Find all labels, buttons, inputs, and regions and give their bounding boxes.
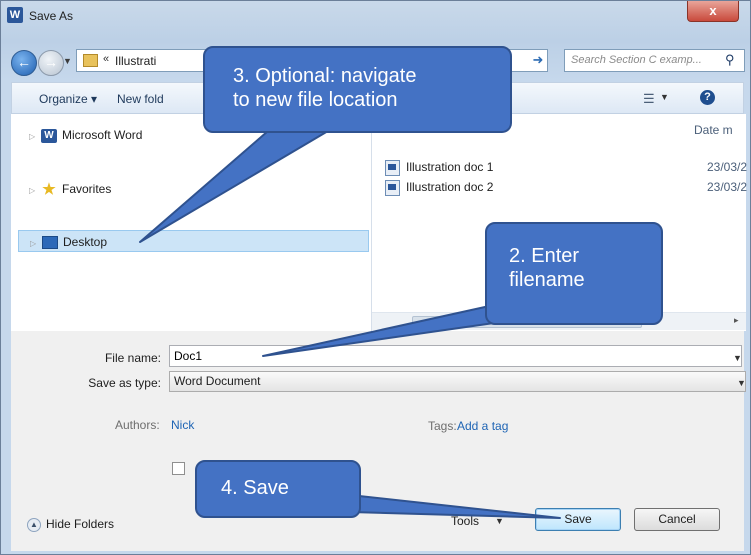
callout-step-2-line-1: 2. Enter [509,245,580,267]
file-name: Illustration doc 2 [406,180,494,194]
tags-value[interactable]: Add a tag [457,419,508,433]
callout-step-2: 2. Enter filename [485,222,663,325]
navigation-pane: ▷ W Microsoft Word ▷ ★ Favorites ▷ Desktop [11,114,371,331]
new-folder-button[interactable]: New fold [117,92,164,106]
file-name: Illustration doc 1 [406,160,494,174]
callout-step-4: 4. Save [195,460,361,518]
file-date: 23/03/2 [707,180,748,194]
filename-field[interactable] [169,345,742,367]
search-placeholder: Search Section C examp... [571,54,702,66]
organize-button[interactable]: Organize ▾ [39,92,97,106]
views-icon[interactable]: ☰ [643,91,655,107]
tags-label: Tags: [428,419,457,433]
word-document-icon [385,159,400,176]
expand-arrow-icon[interactable]: ▷ [29,180,41,202]
search-input[interactable]: Search Section C examp... ⚲ [564,49,745,72]
help-icon[interactable]: ? [700,90,715,105]
column-header-date-modified[interactable]: Date m [694,123,733,137]
arrow-left-icon: ← [17,54,31,70]
chevron-down-icon[interactable]: ▼ [733,353,742,363]
search-icon[interactable]: ⚲ [725,52,735,68]
nav-item-label: Desktop [63,235,108,249]
folder-icon [83,54,98,67]
desktop-icon [42,236,58,250]
chevron-down-icon[interactable]: ▼ [495,516,504,526]
filename-label: File name: [104,351,161,365]
chevron-up-icon: ▲ [27,517,41,532]
nav-item-label: Microsoft Word [62,128,143,142]
nav-item-label: Favorites [62,182,112,196]
callout-step-3-line-2: to new file location [233,89,398,111]
close-button[interactable]: x [687,1,739,22]
scroll-right-icon[interactable]: ▸ [734,315,739,326]
star-icon: ★ [42,180,56,198]
file-row[interactable]: Illustration doc 2 23/03/2 [385,177,747,197]
cancel-button[interactable]: Cancel [634,508,720,531]
save-form: File name: ▼ Save as type: Word Document… [11,331,746,551]
callout-step-3-line-1: 3. Optional: navigate [233,65,417,87]
hide-folders-button[interactable]: ▲ Hide Folders [27,517,114,532]
nav-item-desktop[interactable]: ▷ Desktop [18,230,369,252]
title-bar: W Save As x [1,1,751,31]
forward-button[interactable]: → [38,50,64,76]
save-thumbnail-checkbox[interactable] [172,462,185,475]
nav-item-microsoft-word[interactable]: ▷ W Microsoft Word [29,124,142,146]
back-button[interactable]: ← [11,50,37,76]
recent-locations-dropdown[interactable]: ▼ [63,56,73,68]
callout-step-3: 3. Optional: navigate to new file locati… [203,46,512,133]
file-date: 23/03/2 [707,160,748,174]
callout-step-2-line-2: filename [509,269,585,291]
expand-arrow-icon[interactable]: ▷ [29,126,41,148]
window-title: Save As [29,9,74,23]
refresh-button[interactable]: ➜ [529,50,547,70]
word-document-icon [385,179,400,196]
hide-folders-label: Hide Folders [46,517,115,531]
tools-button[interactable]: Tools [451,514,479,528]
authors-value[interactable]: Nick [171,418,194,432]
word-icon: W [41,128,57,143]
save-as-type-select[interactable]: Word Document [169,371,746,392]
save-as-type-label: Save as type: [88,376,161,390]
nav-item-favorites[interactable]: ▷ ★ Favorites [29,178,111,200]
callout-step-4-text: 4. Save [221,477,289,499]
arrow-right-icon: → [44,54,58,70]
save-button[interactable]: Save [535,508,621,531]
chevron-down-icon[interactable]: ▼ [737,378,746,388]
chevron-down-icon[interactable]: ▼ [660,92,669,102]
file-row[interactable]: Illustration doc 1 23/03/2 [385,157,747,177]
breadcrumb-overflow[interactable]: « [103,53,109,65]
breadcrumb-path[interactable]: Illustrati [115,54,156,68]
expand-arrow-icon[interactable]: ▷ [30,233,42,255]
word-app-icon: W [7,7,23,23]
refresh-icon: ➜ [532,52,544,67]
